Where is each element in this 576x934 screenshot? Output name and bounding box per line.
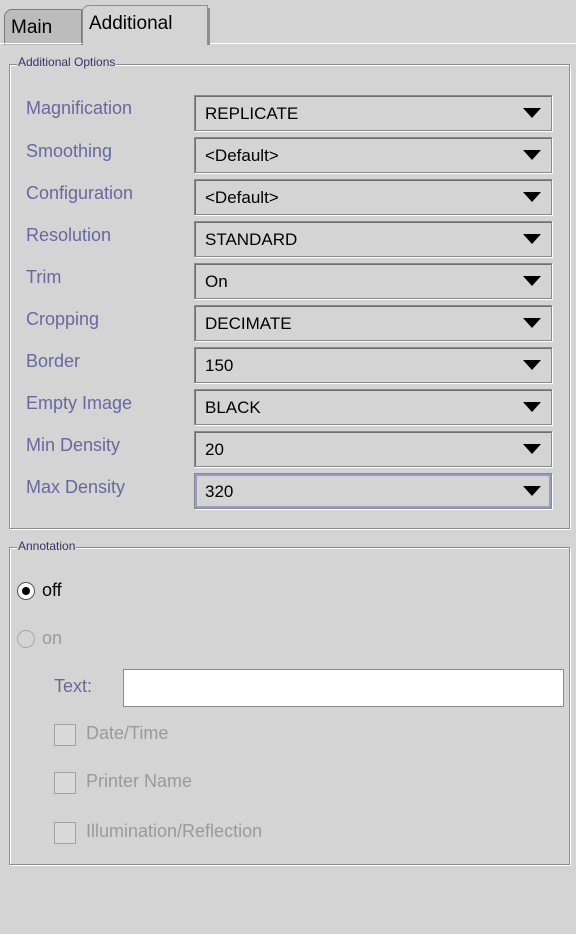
border-value: 150 xyxy=(205,356,234,375)
smoothing-label: Smoothing xyxy=(26,141,113,161)
configuration-select[interactable]: <Default> xyxy=(194,179,552,215)
resolution-label: Resolution xyxy=(26,225,112,245)
magnification-value: REPLICATE xyxy=(205,104,299,123)
configuration-value: <Default> xyxy=(205,188,279,207)
chevron-down-icon xyxy=(523,444,541,454)
illumination-reflection-label: Illumination/Reflection xyxy=(86,821,263,841)
additional-options-title: Additional Options xyxy=(17,55,117,69)
max-density-value: 320 xyxy=(205,482,234,501)
tab-bar: Main Additional xyxy=(0,0,576,45)
cropping-value: DECIMATE xyxy=(205,314,292,333)
max-density-label: Max Density xyxy=(26,477,126,497)
chevron-down-icon xyxy=(523,360,541,370)
configuration-label: Configuration xyxy=(26,183,134,203)
annotation-off-label: off xyxy=(42,580,62,600)
cropping-select[interactable]: DECIMATE xyxy=(194,305,552,341)
magnification-label: Magnification xyxy=(26,98,133,118)
chevron-down-icon xyxy=(523,318,541,328)
radio-selected-dot xyxy=(22,587,30,595)
chevron-down-icon xyxy=(523,108,541,118)
annotation-text-input[interactable] xyxy=(123,669,564,707)
empty-image-select[interactable]: BLACK xyxy=(194,389,552,425)
min-density-select[interactable]: 20 xyxy=(194,431,552,467)
annotation-off-radio[interactable] xyxy=(17,582,35,600)
date-time-checkbox[interactable] xyxy=(54,724,76,746)
annotation-title: Annotation xyxy=(17,539,77,553)
chevron-down-icon xyxy=(523,234,541,244)
annotation-text-label: Text: xyxy=(54,676,93,696)
chevron-down-icon xyxy=(523,192,541,202)
annotation-on-label: on xyxy=(42,628,63,648)
trim-value: On xyxy=(205,272,228,291)
trim-select[interactable]: On xyxy=(194,263,552,299)
max-density-select[interactable]: 320 xyxy=(194,473,552,509)
printer-name-checkbox[interactable] xyxy=(54,772,76,794)
illumination-reflection-checkbox[interactable] xyxy=(54,822,76,844)
empty-image-value: BLACK xyxy=(205,398,261,417)
resolution-select[interactable]: STANDARD xyxy=(194,221,552,257)
smoothing-select[interactable]: <Default> xyxy=(194,137,552,173)
magnification-select[interactable]: REPLICATE xyxy=(194,95,552,131)
resolution-value: STANDARD xyxy=(205,230,298,249)
chevron-down-icon xyxy=(523,276,541,286)
smoothing-value: <Default> xyxy=(205,146,279,165)
printer-name-label: Printer Name xyxy=(86,771,193,791)
min-density-value: 20 xyxy=(205,440,224,459)
chevron-down-icon xyxy=(523,150,541,160)
empty-image-label: Empty Image xyxy=(26,393,133,413)
date-time-label: Date/Time xyxy=(86,723,169,743)
min-density-label: Min Density xyxy=(26,435,121,455)
chevron-down-icon xyxy=(523,486,541,496)
tab-additional[interactable]: Additional xyxy=(82,5,210,45)
border-select[interactable]: 150 xyxy=(194,347,552,383)
chevron-down-icon xyxy=(523,402,541,412)
border-label: Border xyxy=(26,351,81,371)
trim-label: Trim xyxy=(26,267,62,287)
annotation-on-radio[interactable] xyxy=(17,630,35,648)
cropping-label: Cropping xyxy=(26,309,100,329)
tab-main[interactable]: Main xyxy=(4,9,82,45)
